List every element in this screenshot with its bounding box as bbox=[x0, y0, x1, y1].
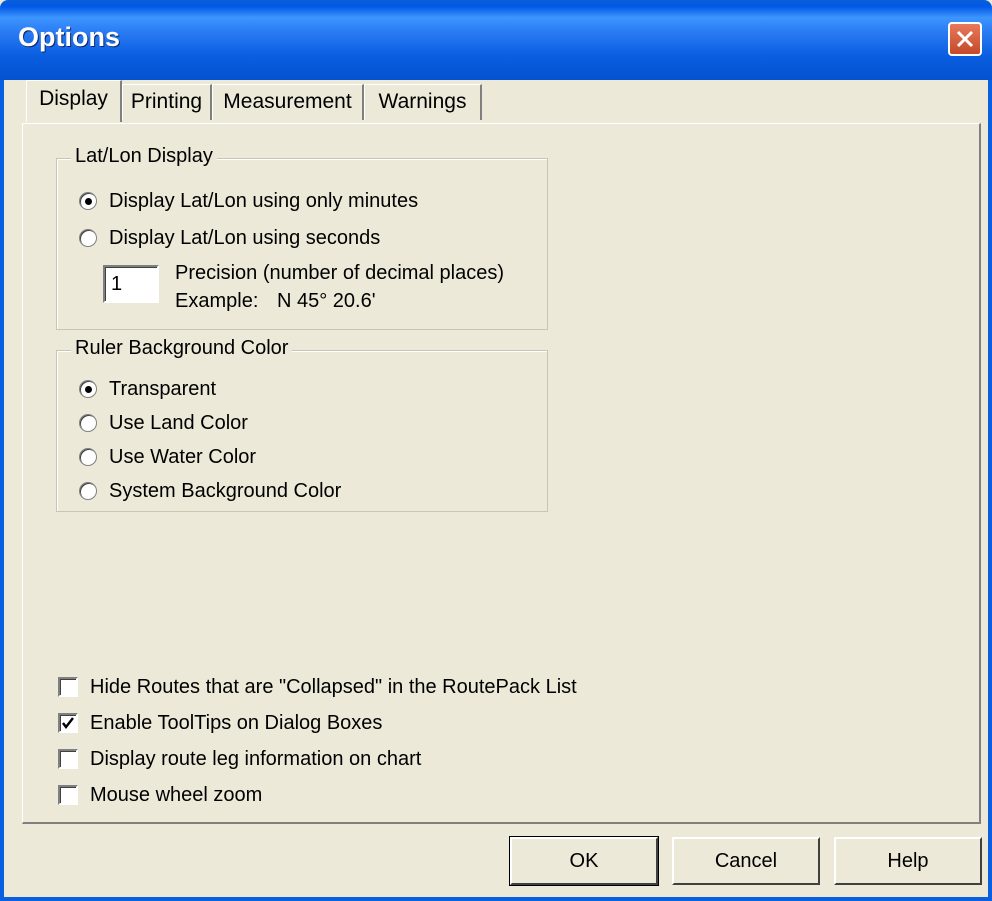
help-button[interactable]: Help bbox=[834, 837, 982, 885]
ok-button[interactable]: OK bbox=[509, 836, 659, 886]
checkmark-icon bbox=[62, 717, 74, 729]
example-value: N 45° 20.6' bbox=[277, 290, 376, 312]
radio-water-color-label[interactable]: Use Water Color bbox=[109, 445, 256, 469]
tab-display[interactable]: Display bbox=[26, 80, 122, 122]
checkbox-mouse-wheel-zoom[interactable] bbox=[58, 785, 78, 805]
radio-land-color[interactable] bbox=[79, 414, 97, 432]
radio-transparent[interactable] bbox=[79, 380, 97, 398]
radio-minutes[interactable] bbox=[79, 192, 97, 210]
checkbox-enable-tooltips[interactable] bbox=[58, 713, 78, 733]
radio-land-color-label[interactable]: Use Land Color bbox=[109, 411, 248, 435]
window-title: Options bbox=[18, 22, 120, 52]
example-label: Example: bbox=[175, 290, 259, 312]
close-icon bbox=[956, 30, 974, 48]
precision-input[interactable]: 1 bbox=[103, 265, 159, 303]
radio-seconds[interactable] bbox=[79, 229, 97, 247]
tab-printing[interactable]: Printing bbox=[122, 84, 212, 120]
ruler-color-group: Ruler Background Color Transparent Use L… bbox=[56, 337, 548, 512]
radio-transparent-label[interactable]: Transparent bbox=[109, 377, 216, 401]
radio-minutes-label[interactable]: Display Lat/Lon using only minutes bbox=[109, 189, 418, 213]
ruler-group-title: Ruler Background Color bbox=[71, 337, 293, 360]
radio-system-bg-color-label[interactable]: System Background Color bbox=[109, 479, 341, 503]
checkbox-route-leg-info[interactable] bbox=[58, 749, 78, 769]
latlon-group: Lat/Lon Display Display Lat/Lon using on… bbox=[56, 145, 548, 330]
options-dialog: Options Display Printing Measurement War… bbox=[0, 0, 992, 901]
checkbox-route-leg-info-label[interactable]: Display route leg information on chart bbox=[90, 747, 421, 771]
close-button[interactable] bbox=[948, 22, 982, 56]
radio-seconds-label[interactable]: Display Lat/Lon using seconds bbox=[109, 226, 380, 250]
cancel-button[interactable]: Cancel bbox=[672, 837, 820, 885]
radio-system-bg-color[interactable] bbox=[79, 482, 97, 500]
radio-water-color[interactable] bbox=[79, 448, 97, 466]
tab-warnings[interactable]: Warnings bbox=[364, 84, 482, 120]
checkbox-enable-tooltips-label[interactable]: Enable ToolTips on Dialog Boxes bbox=[90, 711, 382, 735]
checkbox-hide-collapsed-routes[interactable] bbox=[58, 677, 78, 697]
tab-panel-display: Lat/Lon Display Display Lat/Lon using on… bbox=[22, 123, 981, 824]
checkbox-mouse-wheel-zoom-label[interactable]: Mouse wheel zoom bbox=[90, 783, 262, 807]
latlon-group-title: Lat/Lon Display bbox=[71, 145, 217, 168]
title-bar[interactable]: Options bbox=[0, 0, 992, 80]
precision-label: Precision (number of decimal places) bbox=[175, 262, 505, 284]
checkbox-hide-collapsed-routes-label[interactable]: Hide Routes that are "Collapsed" in the … bbox=[90, 675, 577, 699]
tab-measurement[interactable]: Measurement bbox=[212, 84, 364, 120]
